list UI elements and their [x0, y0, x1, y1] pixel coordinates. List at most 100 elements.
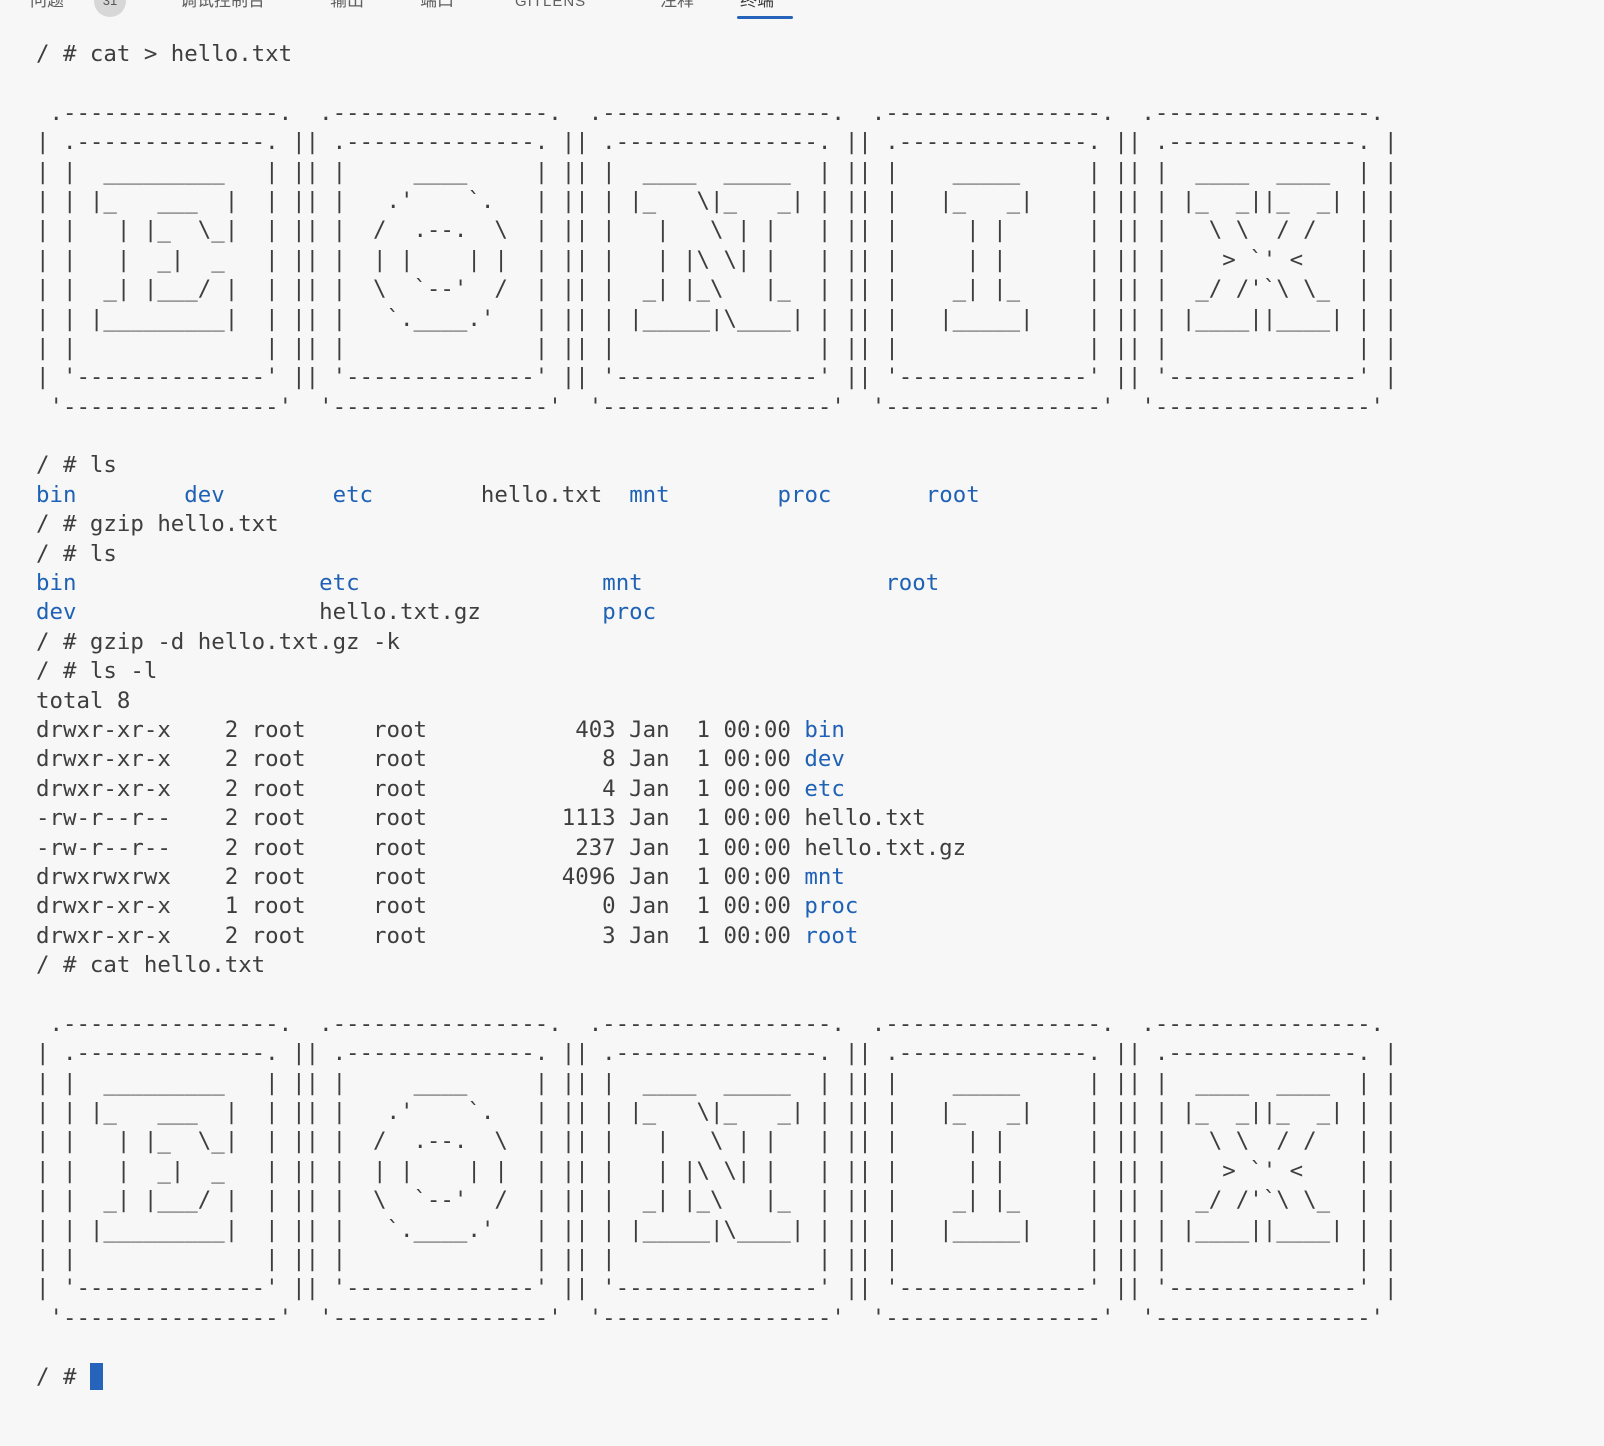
directory-name: etc: [804, 776, 844, 802]
terminal-line: dev hello.txt.gz proc: [36, 598, 1604, 627]
terminal-line: | .--------------. || .--------------. |…: [36, 128, 1604, 157]
terminal-line: | '--------------' || '--------------' |…: [36, 1274, 1604, 1303]
terminal-line: / # cat hello.txt: [36, 951, 1604, 980]
terminal-line: / # ls: [36, 451, 1604, 480]
terminal-text: [360, 570, 603, 596]
directory-name: root: [885, 570, 939, 596]
terminal-text: / # ls: [36, 541, 117, 567]
terminal-text: | | _| |___/ | | || | \ `--' / | || | _|…: [36, 276, 1398, 302]
terminal-line: .----------------. .----------------. .-…: [36, 99, 1604, 128]
terminal-line: | | |_ ___ | | || | .' `. | || | |_ \|_ …: [36, 187, 1604, 216]
tab-problems[interactable]: 问题: [30, 0, 64, 11]
terminal-line: | | _________ | || | ____ | || | ____ __…: [36, 1069, 1604, 1098]
terminal-line: drwxr-xr-x 2 root root 8 Jan 1 00:00 dev: [36, 745, 1604, 774]
terminal-line: | | _________ | || | ____ | || | ____ __…: [36, 158, 1604, 187]
terminal-line: drwxrwxrwx 2 root root 4096 Jan 1 00:00 …: [36, 863, 1604, 892]
terminal-text: '----------------' '----------------' '-…: [36, 1305, 1398, 1331]
directory-name: proc: [602, 599, 656, 625]
terminal-text: drwxrwxrwx 2 root root 4096 Jan 1 00:00: [36, 864, 804, 890]
terminal-line: | '--------------' || '--------------' |…: [36, 363, 1604, 392]
terminal-line: | | | _| _ | || | | | | | | || | | |\ \|…: [36, 1157, 1604, 1186]
directory-name: root: [804, 923, 858, 949]
terminal-line: | | | |_ \_| | || | / .--. \ | || | | \ …: [36, 1127, 1604, 1156]
tab-debug-console[interactable]: 调试控制台: [180, 0, 265, 11]
problems-count-badge: 31: [94, 0, 126, 17]
terminal-line: -rw-r--r-- 2 root root 1113 Jan 1 00:00 …: [36, 804, 1604, 833]
terminal-text: | | |_________| | || | `.____.' | || | |…: [36, 306, 1398, 332]
terminal-line: / # gzip -d hello.txt.gz -k: [36, 628, 1604, 657]
directory-name: dev: [804, 746, 844, 772]
terminal-line: drwxr-xr-x 2 root root 403 Jan 1 00:00 b…: [36, 716, 1604, 745]
directory-name: proc: [804, 893, 858, 919]
directory-name: dev: [184, 482, 224, 508]
directory-name: dev: [36, 599, 76, 625]
tab-ports[interactable]: 端口: [420, 0, 454, 11]
tab-comments[interactable]: 注释: [660, 0, 694, 11]
directory-name: bin: [36, 570, 76, 596]
terminal-text: | | |_________| | || | `.____.' | || | |…: [36, 1217, 1398, 1243]
terminal-text: / #: [36, 1364, 90, 1390]
terminal-line: total 8: [36, 687, 1604, 716]
tab-output[interactable]: 输出: [330, 0, 364, 11]
directory-name: etc: [319, 570, 359, 596]
terminal-text: | | _________ | || | ____ | || | ____ __…: [36, 159, 1398, 185]
terminal-line: '----------------' '----------------' '-…: [36, 393, 1604, 422]
terminal-line: | | | |_ \_| | || | / .--. \ | || | | \ …: [36, 216, 1604, 245]
terminal-text: .----------------. .----------------. .-…: [36, 1011, 1398, 1037]
terminal-line: | | | || | | || | | || | | || | | |: [36, 334, 1604, 363]
terminal-line: | | | _| _ | || | | | | | | || | | |\ \|…: [36, 246, 1604, 275]
terminal-text: [831, 482, 925, 508]
directory-name: root: [926, 482, 980, 508]
terminal-line: bin dev etc hello.txt mnt proc root: [36, 481, 1604, 510]
directory-name: mnt: [629, 482, 669, 508]
terminal-text: | '--------------' || '--------------' |…: [36, 1275, 1398, 1301]
terminal-text: / # cat hello.txt: [36, 952, 265, 978]
terminal-line: [36, 981, 1604, 1010]
terminal-text: drwxr-xr-x 2 root root 8 Jan 1 00:00: [36, 746, 804, 772]
terminal-text: hello.txt.gz: [319, 599, 602, 625]
terminal-text: | '--------------' || '--------------' |…: [36, 364, 1398, 390]
terminal-text: -rw-r--r-- 2 root root 1113 Jan 1 00:00 …: [36, 805, 926, 831]
terminal-cursor: [90, 1363, 104, 1390]
terminal-line: '----------------' '----------------' '-…: [36, 1304, 1604, 1333]
terminal-text: / # ls -l: [36, 658, 157, 684]
terminal-text: | | | _| _ | || | | | | | | || | | |\ \|…: [36, 1158, 1398, 1184]
terminal-line: / # cat > hello.txt: [36, 40, 1604, 69]
terminal-line: drwxr-xr-x 2 root root 3 Jan 1 00:00 roo…: [36, 922, 1604, 951]
directory-name: bin: [36, 482, 76, 508]
panel-tab-bar: 问题 31 调试控制台 输出 端口 GITLENS 注释 终端: [0, 0, 1604, 26]
terminal-text: / # cat > hello.txt: [36, 41, 292, 67]
active-tab-indicator: [737, 16, 793, 19]
terminal-line: [36, 69, 1604, 98]
terminal-text: drwxr-xr-x 2 root root 4 Jan 1 00:00: [36, 776, 804, 802]
terminal-text: .----------------. .----------------. .-…: [36, 100, 1398, 126]
terminal-text: '----------------' '----------------' '-…: [36, 394, 1398, 420]
terminal-text: [643, 570, 886, 596]
terminal-text: | | | || | | || | | || | | || | | |: [36, 335, 1398, 361]
terminal-text: | | | |_ \_| | || | / .--. \ | || | | \ …: [36, 1128, 1398, 1154]
terminal-line: [36, 422, 1604, 451]
terminal-line: | | |_ ___ | | || | .' `. | || | |_ \|_ …: [36, 1098, 1604, 1127]
terminal-line: [36, 1333, 1604, 1362]
terminal-line: drwxr-xr-x 1 root root 0 Jan 1 00:00 pro…: [36, 892, 1604, 921]
tab-terminal[interactable]: 终端: [740, 0, 774, 11]
terminal-output[interactable]: / # cat > hello.txt .----------------. .…: [0, 26, 1604, 1392]
terminal-text: | | | |_ \_| | || | / .--. \ | || | | \ …: [36, 217, 1398, 243]
tab-gitlens[interactable]: GITLENS: [515, 0, 586, 12]
terminal-text: [225, 482, 333, 508]
terminal-line: / # ls -l: [36, 657, 1604, 686]
terminal-text: / # gzip hello.txt: [36, 511, 279, 537]
directory-name: proc: [777, 482, 831, 508]
terminal-text: [76, 570, 319, 596]
terminal-text: / # gzip -d hello.txt.gz -k: [36, 629, 400, 655]
terminal-text: -rw-r--r-- 2 root root 237 Jan 1 00:00 h…: [36, 835, 966, 861]
directory-name: bin: [804, 717, 844, 743]
terminal-line: | | _| |___/ | | || | \ `--' / | || | _|…: [36, 275, 1604, 304]
terminal-text: | | | _| _ | || | | | | | | || | | |\ \|…: [36, 247, 1398, 273]
terminal-line: .----------------. .----------------. .-…: [36, 1010, 1604, 1039]
terminal-text: [373, 482, 481, 508]
terminal-text: drwxr-xr-x 1 root root 0 Jan 1 00:00: [36, 893, 804, 919]
terminal-line: | | |_________| | || | `.____.' | || | |…: [36, 1216, 1604, 1245]
terminal-text: [670, 482, 778, 508]
terminal-text: | .--------------. || .--------------. |…: [36, 1040, 1398, 1066]
